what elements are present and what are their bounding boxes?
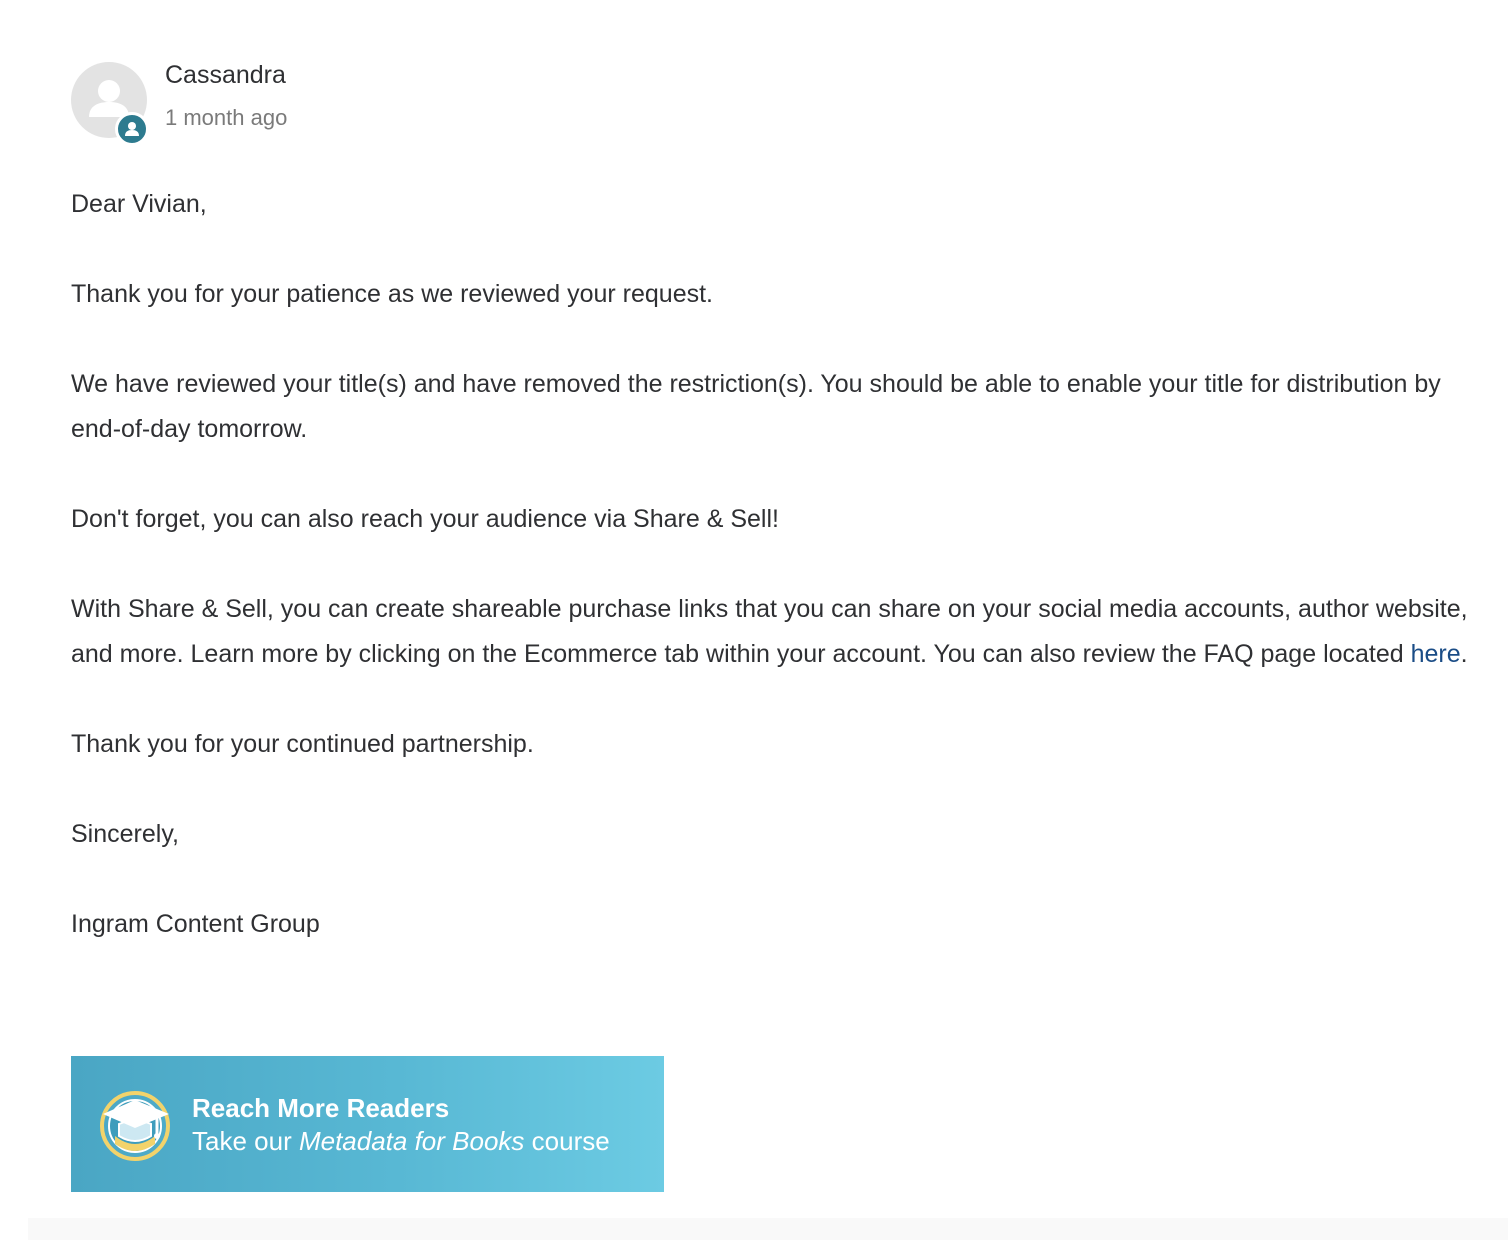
details-text: With Share & Sell, you can create sharea…	[71, 595, 1468, 668]
paragraph-partnership: Thank you for your continued partnership…	[71, 730, 534, 758]
banner-sub-before: Take our	[192, 1126, 299, 1156]
details-text-end: .	[1460, 640, 1468, 668]
timestamp[interactable]: 1 month ago	[165, 104, 287, 132]
comment-header: Cassandra 1 month ago	[71, 60, 1471, 146]
comment-body: Dear Vivian, Thank you for your patience…	[71, 182, 1471, 947]
paragraph-review: We have reviewed your title(s) and have …	[71, 370, 1441, 443]
banner-subtitle: Take our Metadata for Books course	[192, 1125, 610, 1157]
paragraph-details: With Share & Sell, you can create sharea…	[71, 587, 1471, 677]
course-banner[interactable]: Reach More Readers Take our Metadata for…	[71, 1056, 664, 1192]
greeting: Dear Vivian,	[71, 190, 207, 218]
person-avatar-icon[interactable]	[71, 62, 149, 146]
closing: Sincerely,	[71, 820, 179, 848]
paragraph-thanks: Thank you for your patience as we review…	[71, 280, 714, 308]
banner-course-name: Metadata for Books	[298, 1126, 525, 1156]
banner-title: Reach More Readers	[192, 1093, 450, 1123]
faq-link[interactable]: here	[1411, 640, 1461, 668]
paragraph-share-sell: Don't forget, you can also reach your au…	[71, 505, 779, 533]
graduation-cap-icon	[100, 1091, 170, 1161]
banner-sub-after: course	[524, 1126, 610, 1156]
footer-divider	[28, 1218, 1508, 1240]
signature: Ingram Content Group	[71, 910, 320, 938]
user-badge-icon	[115, 112, 149, 146]
comment: Cassandra 1 month ago Dear Vivian, Thank…	[71, 60, 1471, 992]
author-name[interactable]: Cassandra	[165, 60, 286, 90]
